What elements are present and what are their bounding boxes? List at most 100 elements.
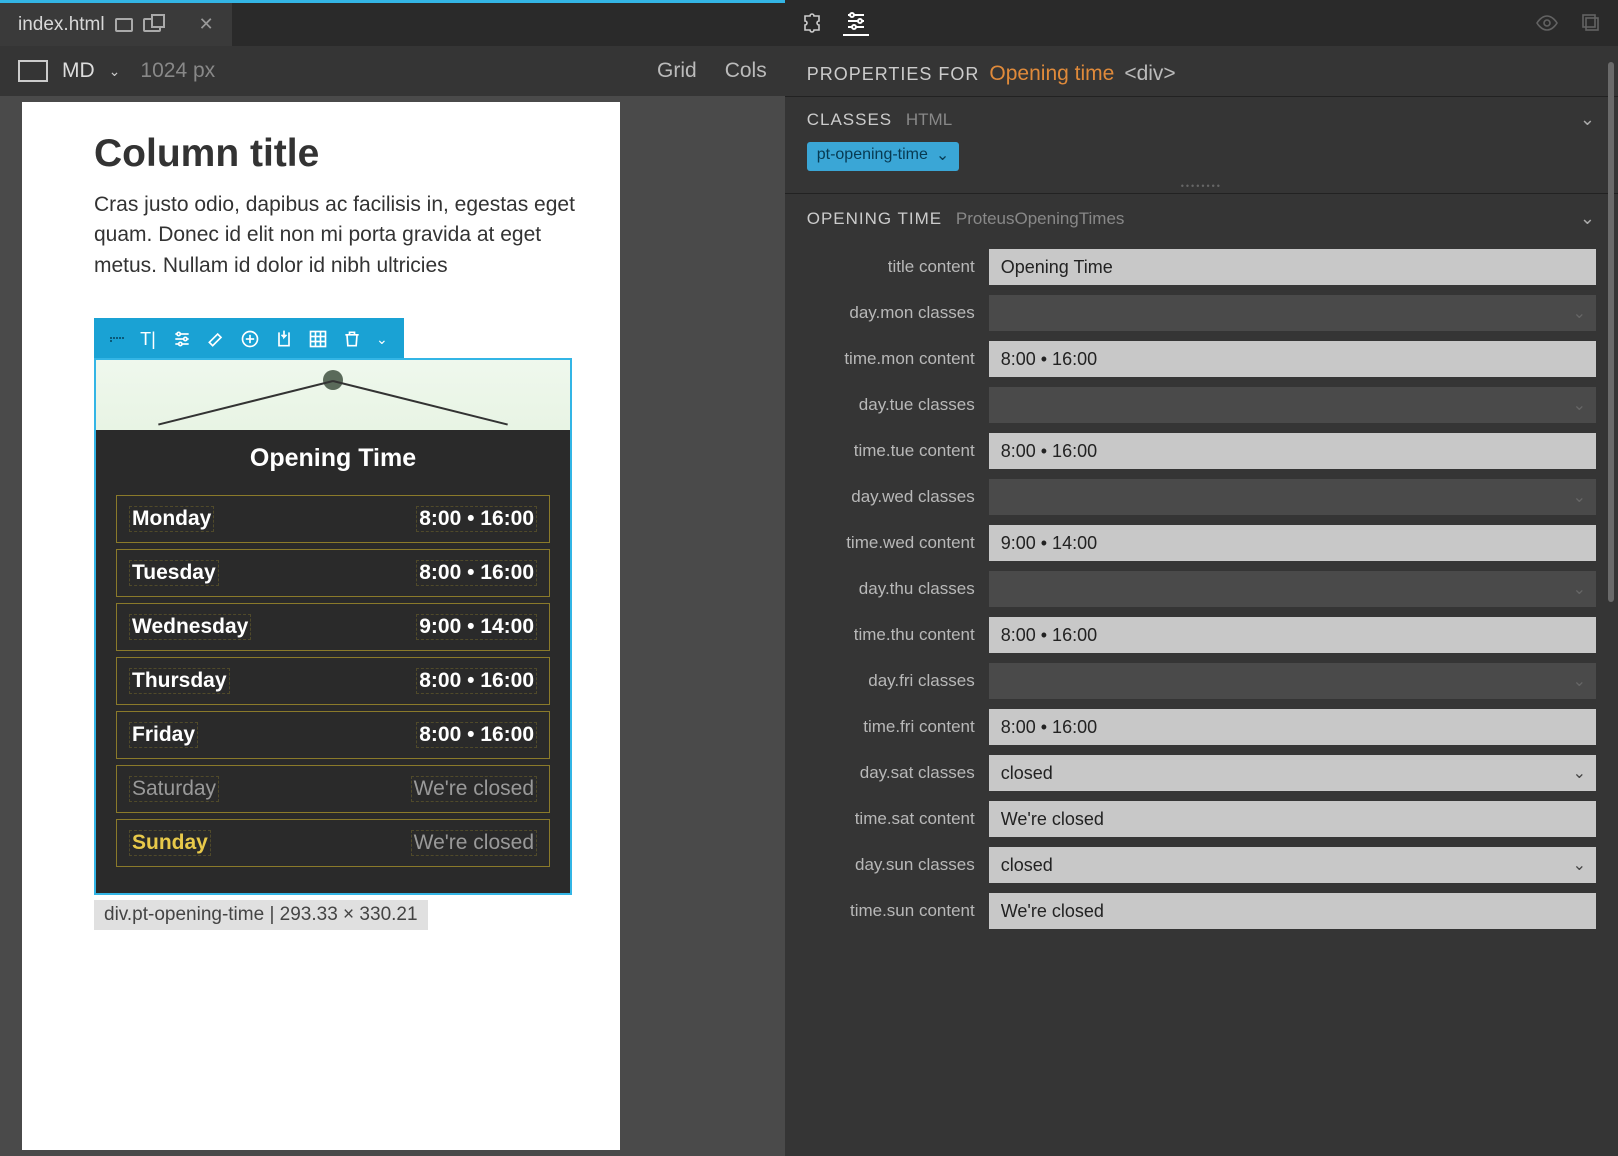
text-icon[interactable]: T| bbox=[138, 329, 158, 349]
brush-icon[interactable] bbox=[206, 329, 226, 349]
property-row: day.fri classes⌄ bbox=[807, 663, 1596, 699]
day-time: 9:00 • 14:00 bbox=[416, 614, 537, 640]
opening-time-widget[interactable]: Opening Time Monday 8:00 • 16:00 Tuesday8:… bbox=[94, 358, 572, 895]
day-label: Wednesday bbox=[129, 614, 251, 640]
property-row: time.fri content bbox=[807, 709, 1596, 745]
column-paragraph[interactable]: Cras justo odio, dapibus ac facilisis in… bbox=[94, 190, 584, 281]
property-select[interactable]: closed ⌄ bbox=[989, 755, 1596, 791]
day-label: Friday bbox=[129, 722, 198, 748]
column-heading[interactable]: Column title bbox=[94, 132, 584, 176]
chevron-down-icon: ⌄ bbox=[1573, 763, 1586, 783]
chevron-down-icon: ⌄ bbox=[1573, 579, 1586, 599]
chevron-down-icon: ⌄ bbox=[1573, 395, 1586, 415]
property-input[interactable] bbox=[989, 801, 1596, 837]
settings-sliders-icon[interactable] bbox=[843, 10, 869, 36]
scrollbar[interactable] bbox=[1608, 62, 1614, 602]
day-time: We're closed bbox=[411, 776, 537, 802]
day-time: We're closed bbox=[411, 830, 537, 856]
grid-toggle[interactable]: Grid bbox=[657, 59, 697, 83]
properties-header: PROPERTIES FOR Opening time <div> bbox=[785, 46, 1618, 96]
property-label: day.thu classes bbox=[807, 579, 989, 599]
file-tab[interactable]: index.html ✕ bbox=[0, 3, 232, 46]
day-label: Monday bbox=[129, 506, 214, 532]
property-select[interactable]: ⌄ bbox=[989, 663, 1596, 699]
property-label: time.fri content bbox=[807, 717, 989, 737]
trash-icon[interactable] bbox=[342, 329, 362, 349]
device-icon bbox=[115, 18, 133, 32]
property-input[interactable] bbox=[989, 433, 1596, 469]
day-row[interactable]: Tuesday8:00 • 16:00 bbox=[116, 549, 550, 597]
eye-icon[interactable] bbox=[1534, 10, 1560, 36]
property-row: time.sun content bbox=[807, 893, 1596, 929]
property-label: day.sun classes bbox=[807, 855, 989, 875]
select-value: closed bbox=[1001, 763, 1053, 784]
classes-title: CLASSES bbox=[807, 110, 892, 129]
day-row[interactable]: Sunday We're closed bbox=[116, 819, 550, 867]
file-tab-label: index.html bbox=[18, 14, 105, 36]
property-select[interactable]: ⌄ bbox=[989, 479, 1596, 515]
property-label: title content bbox=[807, 257, 989, 277]
property-label: time.thu content bbox=[807, 625, 989, 645]
day-row[interactable]: Wednesday 9:00 • 14:00 bbox=[116, 603, 550, 651]
property-input[interactable] bbox=[989, 617, 1596, 653]
chevron-down-icon[interactable]: ⌄ bbox=[376, 331, 388, 348]
properties-label: PROPERTIES FOR bbox=[807, 64, 980, 85]
property-row: day.sat classesclosed⌄ bbox=[807, 755, 1596, 791]
property-row: time.wed content bbox=[807, 525, 1596, 561]
property-row: time.sat content bbox=[807, 801, 1596, 837]
day-row[interactable]: Friday8:00 • 16:00 bbox=[116, 711, 550, 759]
property-input[interactable] bbox=[989, 341, 1596, 377]
day-row[interactable]: Thursday8:00 • 16:00 bbox=[116, 657, 550, 705]
sliders-icon[interactable] bbox=[172, 329, 192, 349]
property-input[interactable] bbox=[989, 709, 1596, 745]
widget-hanger-graphic bbox=[96, 360, 570, 430]
day-time: 8:00 • 16:00 bbox=[416, 506, 537, 532]
classes-sub: HTML bbox=[906, 110, 952, 129]
property-input[interactable] bbox=[989, 893, 1596, 929]
property-label: day.tue classes bbox=[807, 395, 989, 415]
property-label: time.mon content bbox=[807, 349, 989, 369]
property-input[interactable] bbox=[989, 525, 1596, 561]
property-row: day.wed classes⌄ bbox=[807, 479, 1596, 515]
property-row: time.mon content bbox=[807, 341, 1596, 377]
property-row: day.sun classes closed ⌄ bbox=[807, 847, 1596, 883]
chip-remove-icon[interactable]: ⌄ bbox=[936, 145, 949, 165]
property-row: day.mon classes ⌄ bbox=[807, 295, 1596, 331]
grid-icon[interactable] bbox=[308, 329, 328, 349]
copy-icon[interactable] bbox=[1578, 10, 1604, 36]
classes-section-header[interactable]: CLASSES HTML ⌄ bbox=[785, 97, 1618, 142]
duplicate-icon bbox=[143, 18, 161, 32]
property-select[interactable]: ⌄ bbox=[989, 387, 1596, 423]
property-input[interactable] bbox=[989, 249, 1596, 285]
day-row[interactable]: Monday 8:00 • 16:00 bbox=[116, 495, 550, 543]
breakpoint-label[interactable]: MD bbox=[62, 59, 95, 83]
widget-title: Opening Time bbox=[96, 430, 570, 487]
property-select[interactable]: ⌄ bbox=[989, 571, 1596, 607]
property-select[interactable]: closed ⌄ bbox=[989, 847, 1596, 883]
class-chip[interactable]: pt-opening-time ⌄ bbox=[807, 142, 960, 171]
insert-icon[interactable] bbox=[274, 329, 294, 349]
design-canvas[interactable]: Column title Cras justo odio, dapibus ac… bbox=[22, 102, 620, 1150]
property-select[interactable]: ⌄ bbox=[989, 295, 1596, 331]
property-row: time.thu content bbox=[807, 617, 1596, 653]
selected-element-tag: <div> bbox=[1124, 62, 1175, 86]
day-row[interactable]: SaturdayWe're closed bbox=[116, 765, 550, 813]
chevron-down-icon: ⌄ bbox=[1573, 855, 1586, 875]
chevron-down-icon: ⌄ bbox=[1580, 208, 1596, 229]
panel-resize-handle[interactable]: •••••••• bbox=[785, 179, 1618, 193]
chevron-down-icon: ⌄ bbox=[1573, 303, 1586, 323]
property-label: day.mon classes bbox=[807, 303, 989, 323]
property-label: day.wed classes bbox=[807, 487, 989, 507]
add-circle-icon[interactable] bbox=[240, 329, 260, 349]
drag-handle-icon[interactable] bbox=[110, 337, 124, 342]
property-row: day.tue classes ⌄ bbox=[807, 387, 1596, 423]
viewport-icon bbox=[18, 60, 48, 82]
component-section-header[interactable]: OPENING TIME ProteusOpeningTimes ⌄ bbox=[785, 194, 1618, 243]
cols-toggle[interactable]: Cols bbox=[725, 59, 767, 83]
day-label: Sunday bbox=[129, 830, 211, 856]
select-value: closed bbox=[1001, 855, 1053, 876]
puzzle-icon[interactable] bbox=[799, 10, 825, 36]
close-icon[interactable]: ✕ bbox=[199, 14, 214, 35]
property-label: time.sun content bbox=[807, 901, 989, 921]
chevron-down-icon[interactable]: ⌄ bbox=[109, 63, 121, 80]
